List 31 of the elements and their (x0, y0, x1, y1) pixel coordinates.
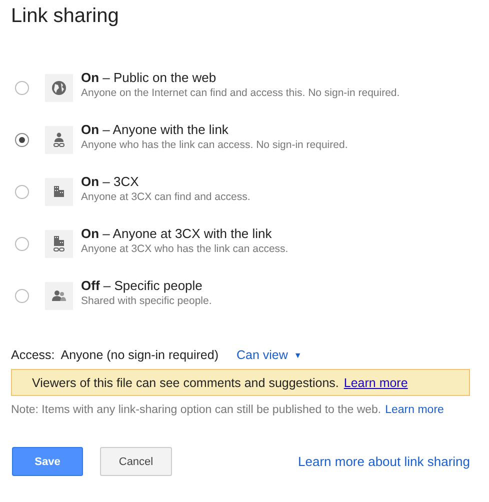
radio-button[interactable] (15, 133, 29, 147)
radio-button[interactable] (15, 81, 29, 95)
radio-button[interactable] (15, 289, 29, 303)
note-text: Note: Items with any link-sharing option can still be published to the web. (11, 404, 382, 416)
option-description: Anyone at 3CX can find and access. (81, 190, 250, 202)
option-description: Anyone on the Internet can find and access this. No sign-in required. (81, 86, 400, 98)
radio-button[interactable] (15, 185, 29, 199)
dialog-title: Link sharing (11, 5, 120, 29)
option-description: Shared with specific people. (81, 294, 212, 306)
option-label: On – Public on the web (81, 70, 218, 84)
access-label: Access: (11, 348, 55, 362)
save-button[interactable]: Save (12, 447, 83, 476)
learn-more-link[interactable]: Learn more (385, 404, 444, 416)
option-description: Anyone at 3CX who has the link can access. (81, 242, 288, 254)
permission-dropdown[interactable]: Can view ▼ (236, 348, 302, 362)
learn-more-link[interactable]: Learn more (344, 376, 408, 390)
access-value: Anyone (no sign-in required) (60, 348, 218, 362)
option-label: On – Anyone at 3CX with the link (81, 226, 273, 240)
banner-text: Viewers of this file can see comments and suggestions. (32, 376, 339, 390)
building-icon (45, 178, 73, 206)
option-label: Off – Specific people (81, 278, 204, 292)
radio-button[interactable] (15, 237, 29, 251)
option-label: On – Anyone with the link (81, 122, 230, 136)
globe-icon (45, 74, 73, 102)
people-icon (45, 282, 73, 310)
option-description: Anyone who has the link can access. No sign-in required. (81, 138, 348, 150)
option-label: On – 3CX (81, 174, 140, 188)
building-link-icon (45, 230, 73, 258)
person-link-icon (45, 126, 73, 154)
link-sharing-help-link[interactable]: Learn more about link sharing (298, 454, 470, 469)
cancel-button[interactable]: Cancel (100, 447, 172, 476)
